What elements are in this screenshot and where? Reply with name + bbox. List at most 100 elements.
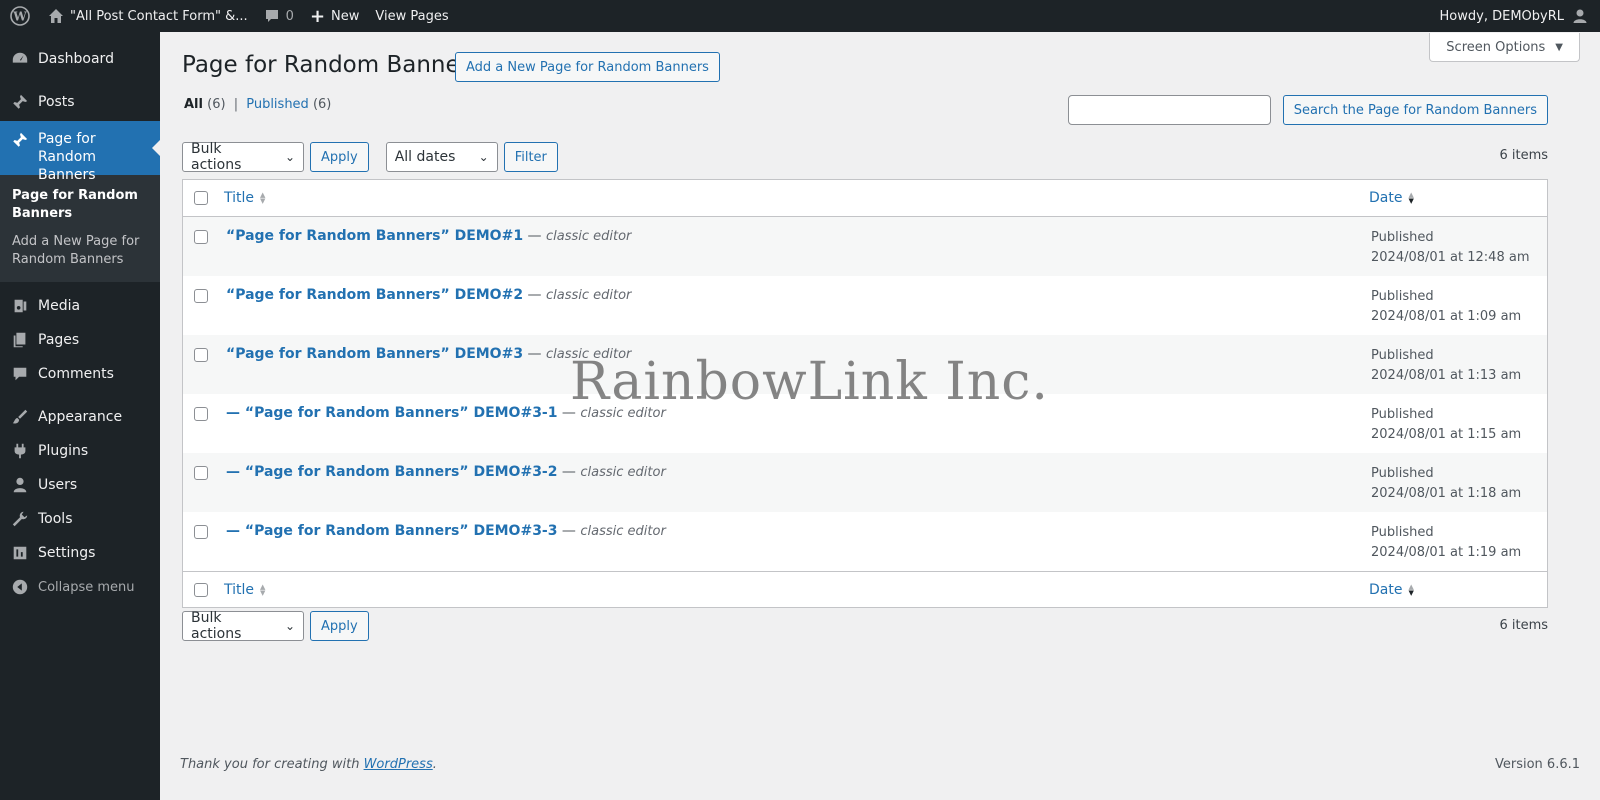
row-date: 2024/08/01 at 1:15 am	[1371, 427, 1522, 442]
filter-published-link[interactable]: Published (6)	[246, 97, 331, 112]
row-title-link[interactable]: “Page for Random Banners” DEMO#3-1	[245, 405, 558, 421]
row-title-link[interactable]: —	[226, 523, 245, 539]
svg-text:W: W	[12, 10, 27, 24]
post-state: classic editor	[580, 406, 666, 421]
table-row: “Page for Random Banners” DEMO#2 — class…	[183, 276, 1547, 335]
apply-button[interactable]: Apply	[310, 142, 369, 172]
comments-count: 0	[285, 8, 294, 24]
menu-page-for-random-banners[interactable]: Page for Random Banners	[0, 121, 160, 183]
status-filters: All (6) | Published (6)	[184, 97, 331, 112]
comment-icon	[10, 364, 30, 384]
row-date-cell: Published 2024/08/01 at 1:13 am	[1371, 346, 1521, 386]
row-title-link[interactable]: “Page for Random Banners” DEMO#2	[226, 287, 523, 303]
filter-all-label: All	[184, 97, 203, 112]
comment-bubble-icon	[264, 8, 280, 24]
row-date: 2024/08/01 at 1:13 am	[1371, 368, 1522, 383]
wordpress-logo-icon: W	[10, 6, 30, 26]
plus-icon: +	[309, 5, 326, 27]
row-title-link[interactable]: “Page for Random Banners” DEMO#1	[226, 228, 523, 244]
row-status: Published	[1371, 348, 1434, 363]
apply-button[interactable]: Apply	[310, 611, 369, 641]
filter-button[interactable]: Filter	[503, 142, 558, 172]
submenu-item-add-new[interactable]: Add a New Page for Random Banners	[0, 228, 160, 274]
menu-posts[interactable]: Posts	[0, 85, 160, 119]
row-date-cell: Published 2024/08/01 at 12:48 am	[1371, 228, 1529, 268]
row-checkbox[interactable]	[194, 466, 208, 480]
row-title-link[interactable]: —	[226, 405, 245, 421]
row-checkbox[interactable]	[194, 407, 208, 421]
post-state: classic editor	[545, 288, 632, 303]
menu-appearance[interactable]: Appearance	[0, 400, 160, 434]
my-account-link[interactable]: Howdy, DEMObyRL	[1432, 0, 1600, 32]
title-column-header[interactable]: Title ▲ ▼	[224, 582, 265, 598]
menu-tools[interactable]: Tools	[0, 502, 160, 536]
row-checkbox[interactable]	[194, 348, 208, 362]
main-content: Screen Options ▼ Page for Random Banners…	[160, 32, 1600, 800]
wordpress-logo-menu[interactable]: W	[0, 0, 40, 32]
dashboard-icon	[10, 49, 30, 69]
submenu-item-all[interactable]: Page for Random Banners	[0, 182, 160, 228]
title-separator: —	[523, 346, 546, 362]
footer-version: Version 6.6.1	[1494, 757, 1580, 772]
chevron-down-icon: ⌄	[284, 619, 295, 633]
row-checkbox[interactable]	[194, 230, 208, 244]
menu-settings[interactable]: Settings	[0, 536, 160, 570]
menu-dashboard[interactable]: Dashboard	[0, 42, 160, 76]
home-icon	[48, 8, 64, 24]
row-date: 2024/08/01 at 1:09 am	[1371, 309, 1522, 324]
menu-label: Appearance	[38, 409, 123, 425]
date-column-header[interactable]: Date ▲ ▼	[1369, 582, 1414, 598]
bulk-actions-select[interactable]: Bulk actions ⌄	[182, 610, 304, 642]
bulk-actions-select[interactable]: Bulk actions ⌄	[182, 141, 304, 173]
collapse-label: Collapse menu	[38, 579, 135, 595]
site-name-link[interactable]: "All Post Contact Form" &...	[40, 0, 256, 32]
row-checkbox[interactable]	[194, 289, 208, 303]
site-name: "All Post Contact Form" &...	[70, 8, 248, 24]
menu-plugins[interactable]: Plugins	[0, 434, 160, 468]
select-all-checkbox[interactable]	[194, 582, 208, 597]
row-title-link[interactable]: “Page for Random Banners” DEMO#3-3	[245, 523, 558, 539]
sort-icon: ▲ ▼	[260, 191, 266, 205]
row-status: Published	[1371, 525, 1434, 540]
view-pages-link[interactable]: View Pages	[367, 0, 456, 32]
comments-link[interactable]: 0	[256, 0, 302, 32]
filter-all-link[interactable]: All (6)	[184, 97, 226, 112]
collapse-icon	[10, 577, 30, 597]
page-title: Page for Random Banners	[182, 52, 482, 78]
add-new-button[interactable]: Add a New Page for Random Banners	[455, 52, 720, 82]
row-checkbox[interactable]	[194, 525, 208, 539]
date-column-header[interactable]: Date ▲ ▼	[1369, 190, 1414, 206]
search-input[interactable]	[1067, 95, 1271, 125]
pin-icon	[10, 92, 30, 112]
media-icon	[10, 296, 30, 316]
row-title-link[interactable]: “Page for Random Banners” DEMO#3-2	[245, 464, 558, 480]
select-all-checkbox[interactable]	[194, 191, 208, 205]
sort-icon: ▲ ▼	[260, 582, 266, 597]
new-content-link[interactable]: + New	[302, 0, 367, 32]
dates-select[interactable]: All dates ⌄	[385, 142, 498, 172]
dates-value: All dates	[394, 149, 456, 165]
menu-users[interactable]: Users	[0, 468, 160, 502]
title-column-label: Title	[224, 190, 255, 206]
tablenav-bottom: Bulk actions ⌄ Apply	[182, 610, 369, 642]
items-count: 6 items	[1499, 618, 1548, 633]
howdy-text: Howdy, DEMObyRL	[1439, 8, 1564, 24]
title-column-header[interactable]: Title ▲ ▼	[224, 190, 265, 206]
menu-comments[interactable]: Comments	[0, 357, 160, 391]
search-button[interactable]: Search the Page for Random Banners	[1282, 95, 1548, 125]
avatar-icon	[1572, 8, 1588, 24]
row-title-link[interactable]: “Page for Random Banners” DEMO#3	[226, 346, 523, 362]
table-footer: Title ▲ ▼ Date ▲ ▼	[183, 571, 1547, 607]
plug-icon	[10, 441, 30, 461]
menu-label: Plugins	[38, 443, 89, 459]
menu-label: Tools	[38, 511, 73, 527]
title-separator: —	[557, 405, 581, 421]
admin-menu: Dashboard Posts Page for Random Banners …	[0, 32, 160, 800]
menu-media[interactable]: Media	[0, 289, 160, 323]
collapse-menu-button[interactable]: Collapse menu	[0, 570, 160, 604]
menu-pages[interactable]: Pages	[0, 323, 160, 357]
screen-options-button[interactable]: Screen Options ▼	[1429, 33, 1580, 62]
wordpress-link[interactable]: WordPress	[364, 757, 433, 772]
row-title-link[interactable]: —	[226, 464, 245, 480]
row-title-cell: — “Page for Random Banners” DEMO#3-2 — c…	[226, 464, 666, 480]
